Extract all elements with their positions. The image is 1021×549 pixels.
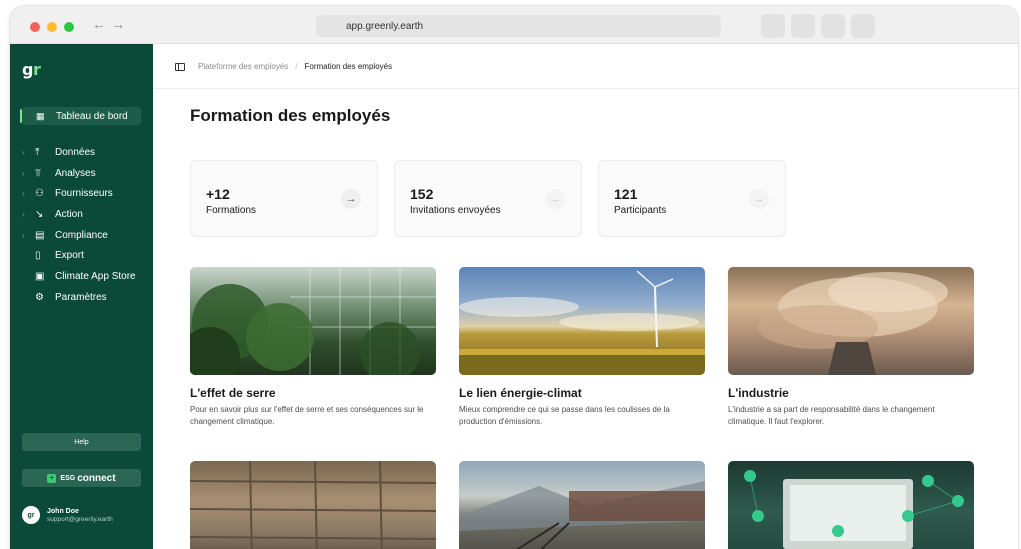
train-image <box>459 461 705 549</box>
sidebar-item-fournisseurs[interactable]: › ⚇ Fournisseurs <box>22 183 147 204</box>
arrow-right-icon[interactable]: → <box>545 189 565 209</box>
esg-connect-button[interactable]: + ESG connect <box>22 469 141 487</box>
stat-label: Formations <box>206 205 257 216</box>
sidebar-item-analyses[interactable]: › ⫪ Analyses <box>22 163 147 184</box>
maximize-window-button[interactable] <box>64 22 74 32</box>
header-divider <box>153 88 1018 89</box>
esg-connect-icon: + <box>47 473 57 483</box>
arrow-right-icon[interactable]: → <box>749 189 769 209</box>
sidebar-item-action[interactable]: › ↘ Action <box>22 204 147 225</box>
grid-icon: ▦ <box>36 110 45 121</box>
upload-icon: ⤒ <box>35 146 40 158</box>
stat-value: 152 <box>410 186 434 202</box>
sidebar-item-donnees[interactable]: › ⤒ Données <box>22 142 147 163</box>
sidebar-item-label: Export <box>55 250 84 262</box>
toolbar-button-3[interactable] <box>821 14 845 38</box>
breadcrumb-current: Formation des employés <box>304 62 393 71</box>
course-card-industrie[interactable]: L'industrie L'industrie a sa part de res… <box>728 267 974 428</box>
toolbar-button-4[interactable] <box>851 14 875 38</box>
store-icon: ▣ <box>35 270 45 282</box>
course-card-waste[interactable] <box>190 461 436 549</box>
stat-card-participants[interactable]: 121 Participants → <box>598 160 786 237</box>
card-title: L'effet de serre <box>190 386 276 400</box>
help-button[interactable]: Help <box>22 433 141 451</box>
sidebar-item-label: Climate App Store <box>55 270 136 282</box>
stat-card-invitations[interactable]: 152 Invitations envoyées → <box>394 160 582 237</box>
breadcrumb-separator: / <box>295 62 298 71</box>
minimize-window-button[interactable] <box>47 22 57 32</box>
greenly-logo[interactable]: gr <box>22 60 41 79</box>
sidebar-item-label: Paramètres <box>55 291 107 303</box>
card-description: L'industrie a sa part de responsabilité … <box>728 405 935 426</box>
page-title: Formation des employés <box>190 106 391 125</box>
sidebar: gr ▦ Tableau de bord › ⤒ Données › ⫪ Ana… <box>10 44 153 549</box>
toolbar-button-2[interactable] <box>791 14 815 38</box>
chart-icon: ⫪ <box>35 167 41 179</box>
laptop-network-image <box>728 461 974 549</box>
arrow-right-icon[interactable]: → <box>341 189 361 209</box>
chevron-right-icon: › <box>22 168 25 178</box>
recycling-bales-image <box>190 461 436 549</box>
sidebar-item-label: Données <box>55 146 96 158</box>
file-icon: ▯ <box>35 250 41 262</box>
wind-turbine-image <box>459 267 705 375</box>
sidebar-item-parametres[interactable]: ⚙ Paramètres <box>22 287 147 308</box>
course-card-rail[interactable] <box>459 461 705 549</box>
stat-value: 121 <box>614 186 638 202</box>
document-icon: ▤ <box>35 229 45 241</box>
main-content: Plateforme des employés / Formation des … <box>153 44 1018 549</box>
toolbar-button-1[interactable] <box>761 14 785 38</box>
user-email: support@greenly.earth <box>47 515 113 523</box>
card-description: Pour en savoir plus sur l'effet de serre… <box>190 405 424 426</box>
card-title: Le lien énergie-climat <box>459 386 582 400</box>
active-indicator <box>20 109 22 123</box>
sidebar-item-label: Tableau de bord <box>56 110 128 122</box>
chevron-right-icon: › <box>22 147 25 157</box>
user-name: John Doe <box>47 507 79 515</box>
browser-titlebar: ← → app.greenly.earth <box>10 6 1018 44</box>
esg-connect-prefix: ESG <box>60 474 76 482</box>
course-card-energie-climat[interactable]: Le lien énergie-climat Mieux comprendre … <box>459 267 705 428</box>
stat-label: Participants <box>614 205 667 216</box>
sidebar-item-compliance[interactable]: › ▤ Compliance <box>22 225 147 246</box>
esg-connect-label: connect <box>77 472 116 484</box>
gear-icon: ⚙ <box>35 291 44 303</box>
back-arrow-icon[interactable]: ← <box>92 16 106 32</box>
url-bar[interactable]: app.greenly.earth <box>316 15 721 37</box>
sidebar-toggle-icon[interactable] <box>175 62 185 71</box>
avatar: gr <box>22 506 40 524</box>
industry-image <box>728 267 974 375</box>
close-window-button[interactable] <box>30 22 40 32</box>
forward-arrow-icon[interactable]: → <box>111 16 125 32</box>
stat-card-formations[interactable]: +12 Formations → <box>190 160 378 237</box>
sidebar-nav: › ⤒ Données › ⫪ Analyses › ⚇ Fournisseur… <box>22 142 147 308</box>
sidebar-item-label: Action <box>55 208 83 220</box>
course-card-effet-de-serre[interactable]: L'effet de serre Pour en savoir plus sur… <box>190 267 436 428</box>
greenhouse-image <box>190 267 436 375</box>
chevron-right-icon: › <box>22 189 25 199</box>
help-label: Help <box>74 438 89 446</box>
url-text: app.greenly.earth <box>346 20 424 32</box>
stat-label: Invitations envoyées <box>410 205 501 216</box>
course-card-tech[interactable] <box>728 461 974 549</box>
chevron-right-icon: › <box>22 209 25 219</box>
user-profile[interactable]: gr John Doe support@greenly.earth <box>22 506 113 524</box>
stat-value: +12 <box>206 186 230 202</box>
sidebar-item-dashboard[interactable]: ▦ Tableau de bord <box>20 107 141 125</box>
browser-window: ← → app.greenly.earth gr ▦ Tableau de bo… <box>10 6 1018 549</box>
sidebar-item-export[interactable]: ▯ Export <box>22 245 147 266</box>
sidebar-item-label: Analyses <box>55 167 96 179</box>
sidebar-item-label: Fournisseurs <box>55 188 113 200</box>
suppliers-icon: ⚇ <box>35 188 44 200</box>
breadcrumb: Plateforme des employés / Formation des … <box>175 62 392 71</box>
sidebar-item-label: Compliance <box>55 229 108 241</box>
chevron-right-icon: › <box>22 230 25 240</box>
card-description: Mieux comprendre ce qui se passe dans le… <box>459 405 670 426</box>
breadcrumb-parent[interactable]: Plateforme des employés <box>198 62 288 71</box>
card-title: L'industrie <box>728 386 789 400</box>
sidebar-item-climate-app-store[interactable]: ▣ Climate App Store <box>22 266 147 287</box>
trend-down-icon: ↘ <box>35 208 44 220</box>
